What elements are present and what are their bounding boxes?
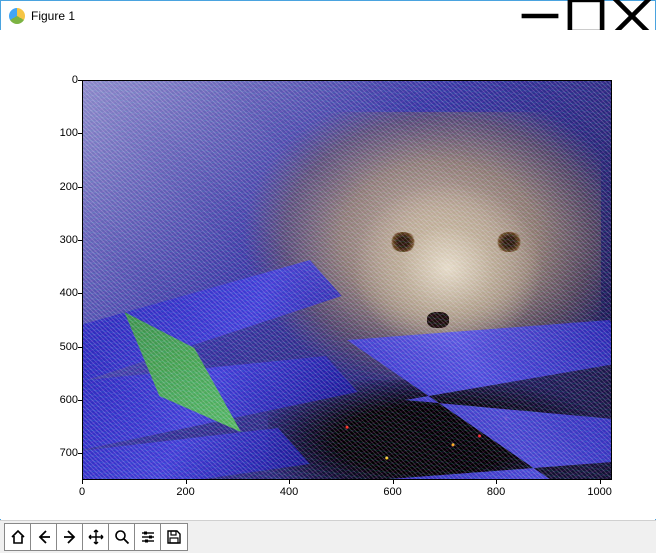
- x-tick-label: 200: [176, 486, 194, 498]
- pan-button[interactable]: [83, 524, 109, 550]
- y-tick-label: 100: [60, 127, 78, 139]
- y-tick-label: 500: [60, 341, 78, 353]
- y-tick-mark: [78, 80, 82, 81]
- nav-toolbar: [0, 520, 656, 553]
- y-tick-label: 200: [60, 181, 78, 193]
- back-button[interactable]: [31, 524, 57, 550]
- forward-button[interactable]: [57, 524, 83, 550]
- y-tick-mark: [78, 453, 82, 454]
- magnify-icon: [114, 529, 130, 545]
- move-icon: [88, 529, 104, 545]
- y-tick-label: 400: [60, 287, 78, 299]
- app-icon: [9, 8, 25, 24]
- save-button[interactable]: [161, 524, 187, 550]
- y-tick-mark: [78, 240, 82, 241]
- x-tick-label: 0: [79, 486, 85, 498]
- x-tick-mark: [289, 480, 290, 484]
- sliders-icon: [140, 529, 156, 545]
- home-button[interactable]: [5, 524, 31, 550]
- save-icon: [166, 529, 182, 545]
- x-tick-mark: [600, 480, 601, 484]
- window-title: Figure 1: [31, 9, 75, 23]
- y-tick-mark: [78, 347, 82, 348]
- x-tick-label: 800: [487, 486, 505, 498]
- subplots-button[interactable]: [135, 524, 161, 550]
- y-tick-mark: [78, 400, 82, 401]
- y-tick-mark: [78, 293, 82, 294]
- x-tick-mark: [393, 480, 394, 484]
- figure-canvas[interactable]: 010020030040050060070002004006008001000: [0, 30, 656, 519]
- x-tick-mark: [496, 480, 497, 484]
- minimize-button[interactable]: [517, 1, 563, 31]
- zoom-button[interactable]: [109, 524, 135, 550]
- y-tick-label: 600: [60, 394, 78, 406]
- y-tick-mark: [78, 133, 82, 134]
- close-button[interactable]: [609, 1, 655, 31]
- x-tick-label: 400: [280, 486, 298, 498]
- x-tick-mark: [82, 480, 83, 484]
- toolbar-group: [4, 523, 188, 551]
- x-tick-label: 600: [383, 486, 401, 498]
- y-tick-label: 700: [60, 447, 78, 459]
- displayed-image: [82, 80, 612, 480]
- titlebar: Figure 1: [1, 1, 655, 31]
- arrow-right-icon: [62, 529, 78, 545]
- x-tick-mark: [186, 480, 187, 484]
- x-tick-label: 1000: [587, 486, 611, 498]
- y-tick-label: 300: [60, 234, 78, 246]
- arrow-left-icon: [36, 529, 52, 545]
- home-icon: [10, 529, 26, 545]
- plot-axes: 010020030040050060070002004006008001000: [82, 80, 612, 480]
- maximize-button[interactable]: [563, 1, 609, 31]
- y-tick-mark: [78, 187, 82, 188]
